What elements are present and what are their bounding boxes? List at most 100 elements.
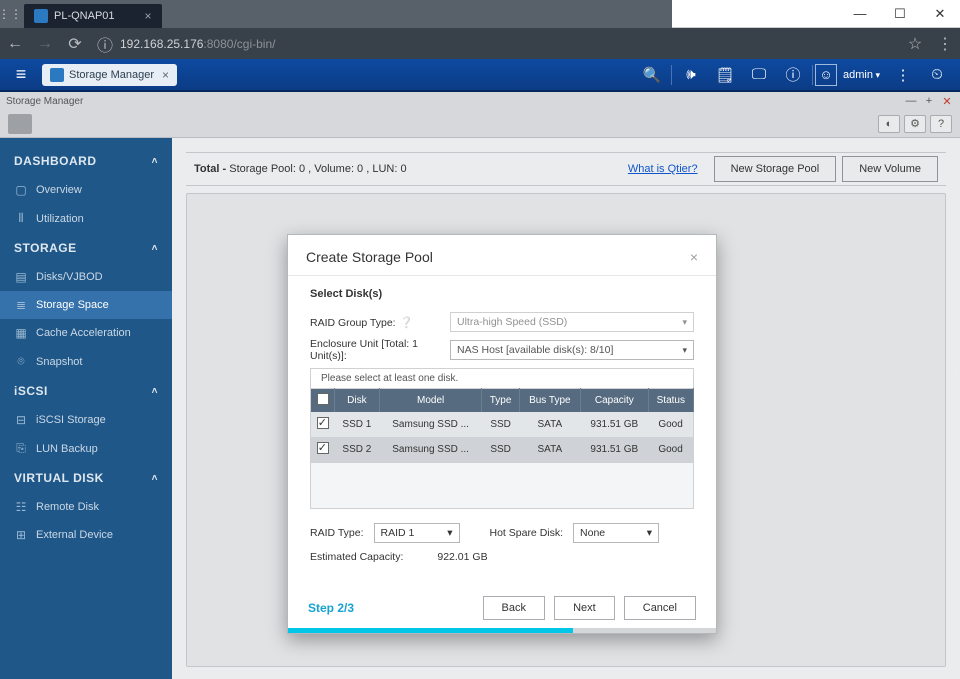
disk-checkbox[interactable]	[317, 417, 329, 429]
devices-icon[interactable]: 🖵	[742, 66, 776, 83]
disk-model: Samsung SSD ...	[379, 437, 482, 463]
app-chip-close-icon[interactable]: ×	[162, 68, 169, 82]
sidebar-section-iscsi[interactable]: iSCSI˄	[0, 376, 172, 406]
sidebar-section-storage[interactable]: STORAGE˄	[0, 233, 172, 263]
select-disk-note: Please select at least one disk.	[310, 368, 694, 388]
sidebar-item-storage-space[interactable]: ≣Storage Space	[0, 291, 172, 319]
info-icon[interactable]: ⓘ	[776, 64, 810, 85]
browser-reload-button[interactable]: ⟳	[60, 34, 90, 54]
disk-table-header: Capacity	[580, 389, 648, 413]
sidebar-item-disks-vjbod[interactable]: ▤Disks/VJBOD	[0, 263, 172, 291]
sm-help-button[interactable]: ?	[930, 115, 952, 133]
more-icon[interactable]: ⋮	[886, 66, 920, 84]
help-icon[interactable]: ❔	[400, 317, 414, 329]
wizard-progress-bar	[288, 628, 573, 633]
raid-type-select[interactable]: RAID 1▾	[374, 523, 460, 543]
sidebar-item-overview[interactable]: ▢Overview	[0, 176, 172, 204]
dialog-close-icon[interactable]: ×	[690, 249, 698, 265]
sidebar-item-icon: ⌾	[14, 354, 28, 369]
chevron-down-icon: ▾	[447, 527, 452, 539]
site-info-icon[interactable]: ⓘ	[90, 32, 120, 56]
disk-table-header: Bus Type	[519, 389, 580, 413]
dashboard-gauge-icon[interactable]: ⏲	[920, 66, 954, 83]
enclosure-unit-select[interactable]: NAS Host [available disk(s): 8/10]▾	[450, 340, 694, 360]
tab-stack-icon[interactable]: ⋮⋮	[0, 0, 20, 28]
open-app-chip[interactable]: Storage Manager ×	[42, 64, 177, 86]
dialog-title: Create Storage Pool	[306, 249, 433, 265]
storage-manager-titlebar: Storage Manager — + ✕	[0, 92, 960, 110]
new-storage-pool-button[interactable]: New Storage Pool	[714, 156, 837, 182]
browser-url-field[interactable]: 192.168.25.176:8080/cgi-bin/	[120, 37, 900, 51]
disk-name: SSD 2	[335, 437, 380, 463]
storage-manager-icon	[50, 68, 64, 82]
sm-minimize-button[interactable]: —	[904, 94, 918, 108]
sidebar-item-label: Disks/VJBOD	[36, 271, 103, 283]
storage-manager-toolbar: ◐ ⚙ ?	[0, 110, 960, 138]
browser-menu-icon[interactable]: ⋮	[930, 34, 960, 54]
bookmark-star-icon[interactable]: ☆	[900, 34, 930, 54]
sidebar-item-lun-backup[interactable]: ⎘LUN Backup	[0, 434, 172, 463]
sidebar-item-label: Snapshot	[36, 356, 82, 368]
sidebar-section-virtual-disk[interactable]: VIRTUAL DISK ˄	[0, 463, 172, 493]
tab-close-icon[interactable]: ×	[145, 9, 152, 23]
hot-spare-select[interactable]: None▾	[573, 523, 659, 543]
qnap-favicon-icon	[34, 9, 48, 23]
browser-back-button[interactable]: ←	[0, 35, 30, 53]
main-menu-button[interactable]: ≡	[6, 63, 36, 87]
user-avatar-icon[interactable]: ☺	[815, 64, 837, 86]
sidebar-item-remote-disk[interactable]: ☷Remote Disk	[0, 493, 172, 521]
chevron-up-icon: ˄	[152, 386, 158, 397]
sidebar-item-iscsi-storage[interactable]: ⊟iSCSI Storage	[0, 406, 172, 434]
disk-row[interactable]: SSD 2Samsung SSD ...SSDSATA931.51 GBGood	[311, 437, 694, 463]
disk-row[interactable]: SSD 1Samsung SSD ...SSDSATA931.51 GBGood	[311, 412, 694, 437]
window-close-button[interactable]	[920, 0, 960, 28]
sidebar-item-external-device[interactable]: ⊞External Device	[0, 521, 172, 549]
disk-model: Samsung SSD ...	[379, 412, 482, 437]
url-path: :8080/cgi-bin/	[203, 37, 275, 51]
disk-table-header: Model	[379, 389, 482, 413]
chevron-up-icon: ˄	[152, 473, 158, 484]
disk-type: SSD	[482, 437, 519, 463]
chevron-down-icon: ▾	[647, 527, 652, 539]
sidebar-item-cache-acceleration[interactable]: ▦Cache Acceleration	[0, 319, 172, 347]
disk-bus: SATA	[519, 412, 580, 437]
disk-type: SSD	[482, 412, 519, 437]
sidebar-item-snapshot[interactable]: ⌾ Snapshot	[0, 347, 172, 376]
sidebar-item-icon: ≣	[14, 298, 28, 312]
cancel-button[interactable]: Cancel	[624, 596, 696, 620]
sm-overview-toggle[interactable]	[8, 114, 32, 134]
disk-table-empty-area	[310, 463, 694, 509]
next-button[interactable]: Next	[554, 596, 615, 620]
sm-maximize-button[interactable]: +	[922, 94, 936, 108]
new-volume-button[interactable]: New Volume	[842, 156, 938, 182]
window-minimize-button[interactable]	[840, 0, 880, 28]
sm-refresh-button[interactable]: ◐	[878, 115, 900, 133]
section-label: DASHBOARD	[14, 154, 97, 168]
sidebar-item-utilization[interactable]: ⫴Utilization	[0, 204, 172, 233]
browser-tab[interactable]: PL-QNAP01 ×	[24, 4, 162, 28]
sm-settings-button[interactable]: ⚙	[904, 115, 926, 133]
search-icon[interactable]: 🔍	[635, 66, 669, 84]
sidebar-item-icon: ⫴	[14, 211, 28, 226]
storage-space-panel: e Create Storage Pool × Select Disk(s) R…	[186, 193, 946, 667]
enclosure-unit-label: Enclosure Unit [Total: 1 Unit(s)]:	[310, 338, 450, 362]
back-button[interactable]: Back	[483, 596, 545, 620]
raid-group-type-select: Ultra-high Speed (SSD)▾	[450, 312, 694, 332]
section-label: STORAGE	[14, 241, 77, 255]
sm-close-button[interactable]: ✕	[940, 94, 954, 108]
volume-icon[interactable]: 🕪	[674, 66, 708, 83]
browser-address-bar: ← → ⟳ ⓘ 192.168.25.176:8080/cgi-bin/ ☆ ⋮	[0, 28, 960, 59]
tasks-icon[interactable]: 🗒	[708, 66, 742, 84]
qtier-help-link[interactable]: What is Qtier?	[628, 163, 698, 175]
disk-table-header: Status	[648, 389, 693, 413]
wizard-progress	[288, 628, 716, 633]
window-maximize-button[interactable]	[880, 0, 920, 28]
create-storage-pool-dialog: Create Storage Pool × Select Disk(s) RAI…	[287, 234, 717, 634]
disk-checkbox[interactable]	[317, 442, 329, 454]
sidebar-section-dashboard[interactable]: DASHBOARD˄	[0, 146, 172, 176]
section-label: VIRTUAL DISK	[14, 471, 104, 485]
browser-forward-button: →	[30, 35, 60, 53]
select-all-checkbox[interactable]	[317, 393, 329, 405]
user-menu[interactable]: admin	[837, 69, 886, 81]
disk-status: Good	[648, 437, 693, 463]
